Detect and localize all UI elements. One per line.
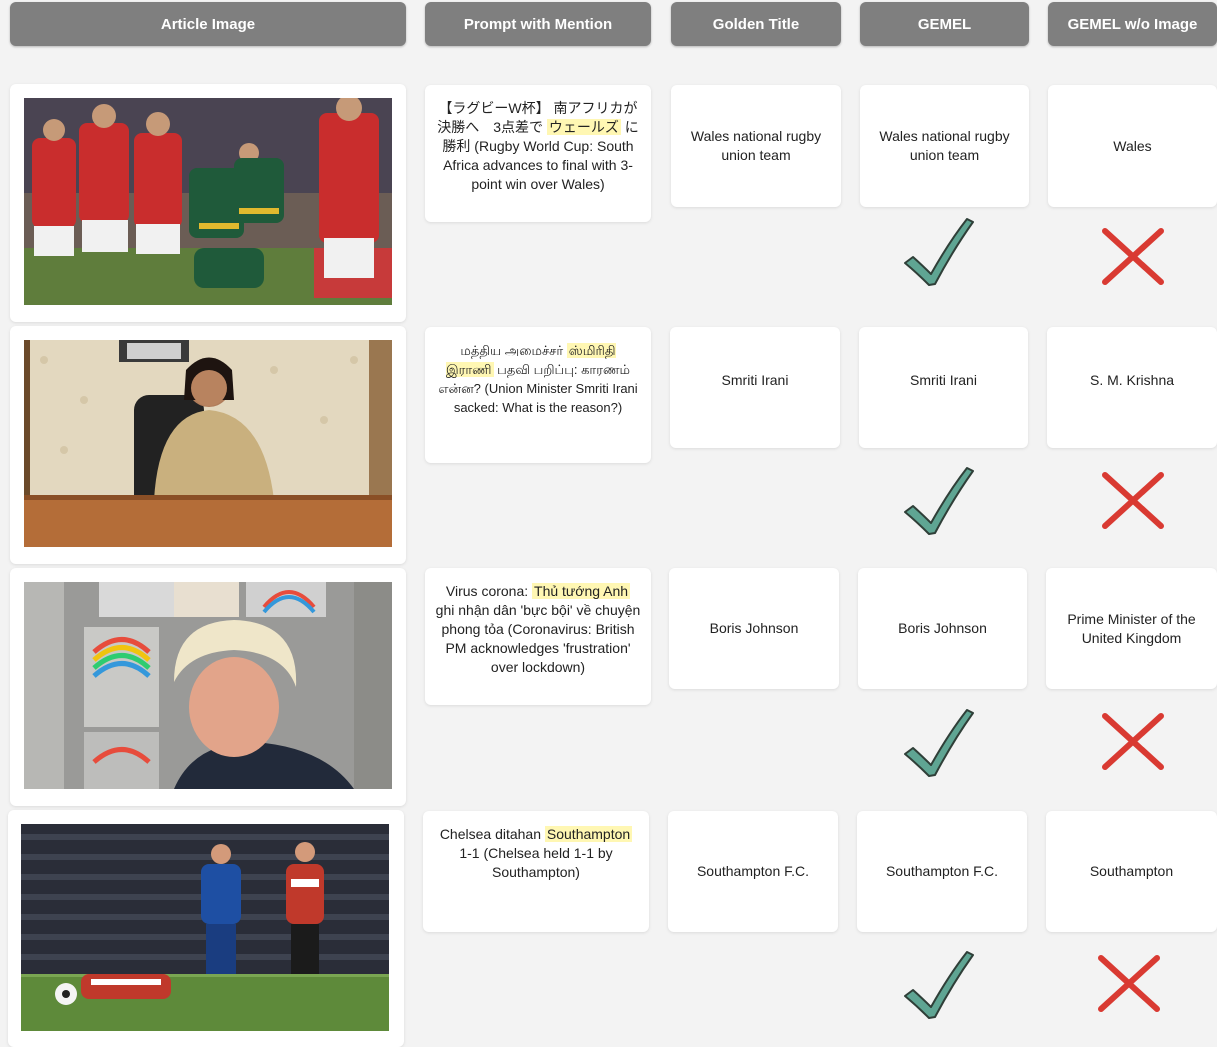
golden-title-text: Wales national rugby union team xyxy=(690,128,822,163)
golden-title-text: Southampton F.C. xyxy=(696,863,810,879)
politician-office-photo xyxy=(24,340,392,547)
prime-minister-photo xyxy=(24,582,392,789)
prompt-text: 【ラグビーW杯】 南アフリカが決勝へ 3点差で ウェールズ に勝利 (Rugby… xyxy=(437,100,639,192)
article-image-card xyxy=(10,568,406,806)
gemel-card: Boris Johnson xyxy=(858,568,1027,689)
cross-icon xyxy=(1102,713,1164,770)
cross-icon xyxy=(1102,472,1164,529)
header-golden-title: Golden Title xyxy=(671,2,841,46)
golden-title-card: Wales national rugby union team xyxy=(671,85,841,207)
prompt-card: மத்திய அமைச்சர் ஸ்மிரிதி இராணி பதவி பறிப… xyxy=(425,327,651,463)
prompt-text: மத்திய அமைச்சர் ஸ்மிரிதி இராணி பதவி பறிப… xyxy=(438,343,638,415)
golden-title-card: Boris Johnson xyxy=(669,568,839,689)
gemel-text: Smriti Irani xyxy=(910,372,977,388)
golden-title-card: Smriti Irani xyxy=(670,327,840,448)
prompt-text: Chelsea ditahan Southampton 1-1 (Chelsea… xyxy=(439,826,633,880)
check-icon xyxy=(904,709,974,777)
gemel-no-image-card: Southampton xyxy=(1046,811,1217,932)
prompt-card: Virus corona: Thủ tướng Anh ghi nhận dân… xyxy=(425,568,651,705)
gemel-no-image-text: Wales xyxy=(1113,137,1152,154)
check-icon xyxy=(904,951,974,1019)
cross-icon xyxy=(1098,955,1160,1012)
gemel-card: Southampton F.C. xyxy=(857,811,1027,932)
mention-highlight: ウェールズ xyxy=(546,119,621,135)
gemel-no-image-text: Prime Minister of the United Kingdom xyxy=(1067,610,1196,646)
golden-title-text: Boris Johnson xyxy=(709,620,799,636)
header-prompt: Prompt with Mention xyxy=(425,2,651,46)
mention-highlight: Thủ tướng Anh xyxy=(532,583,631,599)
cross-icon xyxy=(1102,228,1164,285)
article-image-card xyxy=(10,84,406,322)
article-image-card xyxy=(10,326,406,564)
football-match-photo xyxy=(21,824,389,1031)
prompt-text: Virus corona: Thủ tướng Anh ghi nhận dân… xyxy=(435,583,641,675)
mention-highlight: Southampton xyxy=(544,826,633,842)
rugby-match-photo xyxy=(24,98,392,305)
header-article-image: Article Image xyxy=(10,2,406,46)
golden-title-card: Southampton F.C. xyxy=(668,811,838,932)
prompt-card: 【ラグビーW杯】 南アフリカが決勝へ 3点差で ウェールズ に勝利 (Rugby… xyxy=(425,85,651,222)
gemel-card: Wales national rugby union team xyxy=(860,85,1029,207)
gemel-text: Wales national rugby union team xyxy=(879,128,1010,163)
check-icon xyxy=(904,218,974,286)
gemel-text: Boris Johnson xyxy=(898,620,987,636)
gemel-no-image-card: Prime Minister of the United Kingdom xyxy=(1046,568,1217,689)
gemel-no-image-card: S. M. Krishna xyxy=(1047,327,1217,448)
check-icon xyxy=(904,467,974,535)
golden-title-text: Smriti Irani xyxy=(721,372,789,388)
gemel-card: Smriti Irani xyxy=(859,327,1028,448)
gemel-no-image-text: Southampton xyxy=(1089,863,1174,879)
header-gemel: GEMEL xyxy=(860,2,1029,46)
gemel-no-image-text: S. M. Krishna xyxy=(1089,372,1175,388)
gemel-no-image-card: Wales xyxy=(1048,85,1217,207)
prompt-card: Chelsea ditahan Southampton 1-1 (Chelsea… xyxy=(423,811,649,932)
header-gemel-no-image: GEMEL w/o Image xyxy=(1048,2,1217,46)
article-image-card xyxy=(8,810,404,1047)
gemel-text: Southampton F.C. xyxy=(885,863,999,879)
